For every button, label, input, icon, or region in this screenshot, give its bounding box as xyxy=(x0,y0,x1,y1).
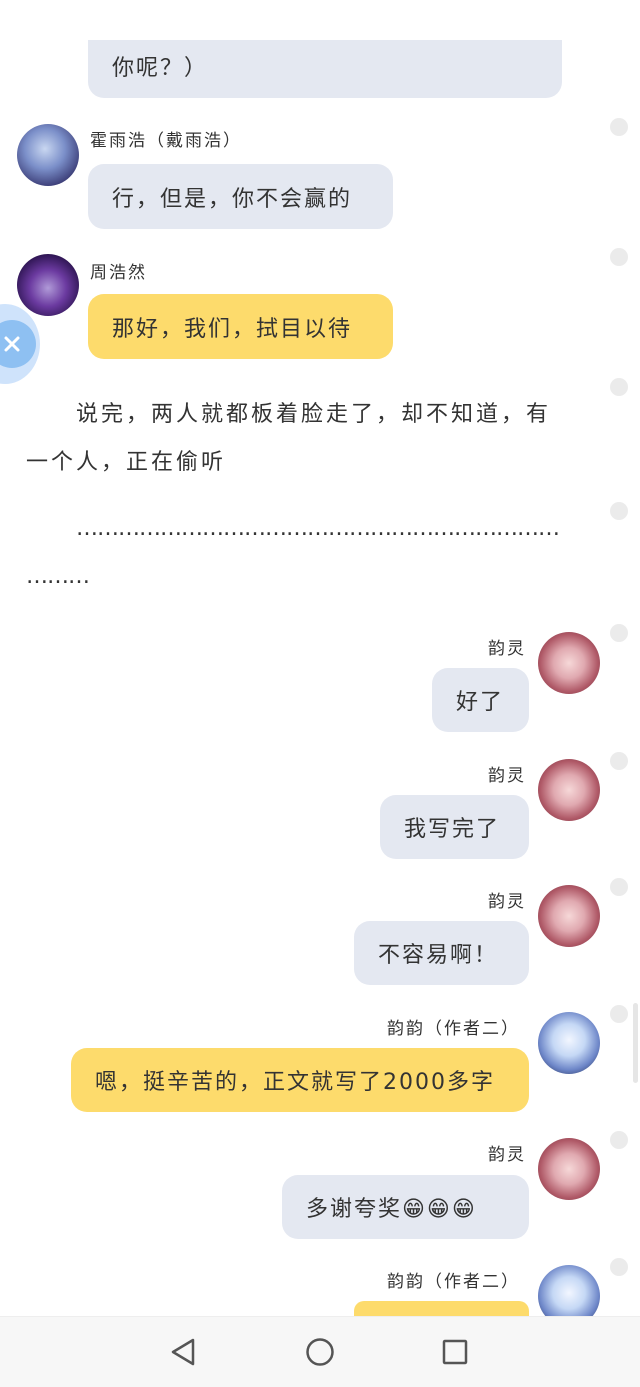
narration-ellipsis: ……… xyxy=(26,564,90,589)
message-bubble[interactable]: 嗯，挺辛苦的，正文就写了2000多字 xyxy=(71,1048,529,1112)
sender-name: 周浩然 xyxy=(90,263,147,283)
message-text: 我写完了 xyxy=(404,817,501,842)
message-bubble[interactable]: 那好，我们，拭目以待 xyxy=(88,294,393,359)
floating-button[interactable] xyxy=(0,304,40,384)
message-bubble[interactable]: 好了 xyxy=(432,668,529,732)
side-marker-dot xyxy=(610,1005,628,1023)
message-text: 多谢夸奖😁😁😁 xyxy=(306,1197,477,1222)
message-text: 不容易啊！ xyxy=(378,943,499,968)
sender-name: 韵韵（作者二） xyxy=(387,1272,520,1292)
close-x-icon xyxy=(0,320,36,368)
system-navigation-bar xyxy=(0,1316,640,1387)
avatar[interactable] xyxy=(538,632,600,694)
message-text: 你呢？） xyxy=(112,56,209,81)
message-bubble[interactable]: 我写完了 xyxy=(380,795,529,859)
avatar[interactable] xyxy=(17,124,79,186)
message-text: 那好，我们，拭目以待 xyxy=(112,316,353,342)
sender-name: 韵灵 xyxy=(488,892,526,912)
sender-name: 韵灵 xyxy=(488,639,526,659)
side-marker-dot xyxy=(610,502,628,520)
side-marker-dot xyxy=(610,878,628,896)
side-marker-dot xyxy=(610,248,628,266)
side-marker-dot xyxy=(610,1258,628,1276)
avatar[interactable] xyxy=(17,254,79,316)
side-marker-dot xyxy=(610,378,628,396)
sender-name: 韵灵 xyxy=(488,1145,526,1165)
message-bubble[interactable]: 你呢？） xyxy=(88,40,562,98)
avatar[interactable] xyxy=(538,1012,600,1074)
avatar[interactable] xyxy=(538,759,600,821)
avatar[interactable] xyxy=(538,885,600,947)
side-marker-dot xyxy=(610,624,628,642)
message-text: 好了 xyxy=(456,690,505,715)
avatar[interactable] xyxy=(538,1138,600,1200)
narration-line: 一个人，正在偷听 xyxy=(26,450,227,475)
sender-name: 韵灵 xyxy=(488,766,526,786)
circle-home-icon xyxy=(306,1338,334,1366)
side-marker-dot xyxy=(610,752,628,770)
sender-name: 韵韵（作者二） xyxy=(387,1019,520,1039)
message-bubble[interactable]: 行，但是，你不会赢的 xyxy=(88,164,393,229)
message-bubble[interactable]: 不容易啊！ xyxy=(354,921,529,985)
narration-ellipsis: …………………………………………………………… xyxy=(76,516,560,541)
message-text: 行，但是，你不会赢的 xyxy=(112,186,353,212)
nav-back-button[interactable] xyxy=(166,1335,200,1369)
scrollbar-thumb[interactable] xyxy=(633,1003,638,1083)
nav-recent-button[interactable] xyxy=(438,1335,472,1369)
nav-home-button[interactable] xyxy=(303,1335,337,1369)
chat-screen: 你呢？） 霍雨浩（戴雨浩） 行，但是，你不会赢的 周浩然 那好，我们，拭目以待 … xyxy=(0,0,640,1387)
message-bubble[interactable]: 多谢夸奖😁😁😁 xyxy=(282,1175,529,1239)
triangle-back-icon xyxy=(171,1338,195,1366)
message-bubble[interactable] xyxy=(354,1301,529,1316)
narration-line: 说完，两人就都板着脸走了，却不知道，有 xyxy=(76,402,552,427)
side-marker-dot xyxy=(610,1131,628,1149)
message-text: 嗯，挺辛苦的，正文就写了2000多字 xyxy=(95,1070,495,1095)
square-recent-icon xyxy=(442,1339,468,1365)
sender-name: 霍雨浩（戴雨浩） xyxy=(90,131,242,151)
side-marker-dot xyxy=(610,118,628,136)
